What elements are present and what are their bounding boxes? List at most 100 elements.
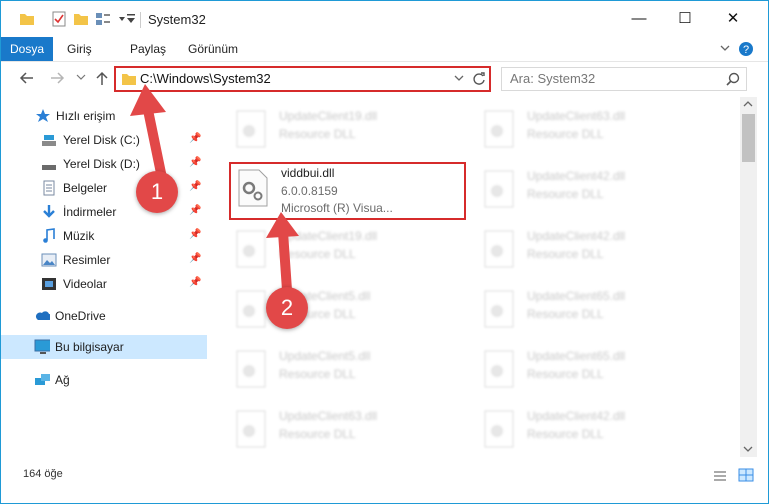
dll-file-icon [236, 410, 266, 448]
search-input[interactable]: Ara: System32 [510, 71, 595, 86]
dll-file-icon [484, 290, 514, 328]
new-folder-icon[interactable] [73, 11, 89, 27]
search-icon[interactable] [726, 72, 740, 86]
documents-icon [43, 180, 55, 196]
computer-icon [34, 339, 50, 354]
folder-icon[interactable] [19, 11, 35, 27]
details-view-icon[interactable] [713, 470, 727, 482]
address-path[interactable]: C:\Windows\System32 [140, 71, 271, 86]
maximize-button[interactable]: ☐ [662, 1, 708, 37]
navigation-pane: Hızlı erişim Yerel Disk (C:) 📌 Yerel Dis… [1, 99, 207, 459]
tab-file[interactable]: Dosya [1, 37, 53, 61]
nav-item-label: Ağ [55, 373, 70, 387]
ribbon: Dosya Giriş Paylaş Görünüm ? [1, 37, 768, 62]
dll-file-icon [236, 110, 266, 148]
file-item[interactable]: UpdateClient5.dll Resource DLL [229, 285, 469, 335]
nav-item-network[interactable]: Ağ [1, 368, 207, 392]
chevron-down-icon[interactable] [118, 15, 126, 31]
nav-item-onedrive[interactable]: OneDrive [1, 304, 207, 328]
file-description: Resource DLL [527, 307, 604, 321]
close-button[interactable]: ✕ [710, 1, 756, 37]
tab-view[interactable]: Görünüm [188, 37, 238, 61]
pin-icon: 📌 [189, 181, 202, 192]
star-icon [36, 109, 50, 122]
nav-item-local-disk-d[interactable]: Yerel Disk (D:) 📌 [1, 152, 207, 176]
view-menu-icon[interactable] [95, 11, 113, 27]
explorer-window: System32 — ☐ ✕ Dosya Giriş Paylaş Görünü… [0, 0, 769, 504]
file-name: viddbui.dll [281, 166, 335, 180]
properties-icon[interactable] [51, 11, 67, 27]
title-bar: System32 — ☐ ✕ [1, 1, 768, 37]
step-1-badge: 1 [136, 171, 178, 213]
folder-icon [122, 74, 136, 85]
file-item[interactable]: UpdateClient65.dll Resource DLL [477, 345, 717, 395]
nav-item-music[interactable]: Müzik 📌 [1, 224, 207, 248]
tab-share[interactable]: Paylaş [130, 37, 166, 61]
file-name: UpdateClient42.dll [527, 409, 626, 423]
file-version: 6.0.0.8159 [281, 184, 338, 198]
drive-icon [42, 165, 56, 170]
nav-item-label: Resimler [63, 253, 111, 267]
file-description: Resource DLL [279, 427, 356, 441]
dll-file-icon [484, 350, 514, 388]
customize-toolbar-icon[interactable] [126, 13, 136, 29]
nav-item-quick-access[interactable]: Hızlı erişim [1, 104, 207, 128]
dll-file-icon [236, 290, 266, 328]
dll-file-icon [236, 350, 266, 388]
file-item[interactable]: UpdateClient19.dll Resource DLL [229, 225, 469, 275]
file-item-viddbui[interactable]: viddbui.dll 6.0.0.8159 Microsoft (R) Vis… [231, 164, 471, 215]
up-arrow-icon[interactable] [95, 70, 109, 86]
file-name: UpdateClient5.dll [279, 349, 371, 363]
file-description: Resource DLL [527, 367, 604, 381]
dll-file-icon [238, 169, 268, 207]
file-item[interactable]: UpdateClient65.dll Resource DLL [477, 285, 717, 335]
file-name: UpdateClient63.dll [279, 409, 378, 423]
nav-item-local-disk-c[interactable]: Yerel Disk (C:) 📌 [1, 128, 207, 152]
file-item[interactable]: UpdateClient19.dll Resource DLL [229, 105, 469, 155]
large-icons-view-icon[interactable] [738, 468, 754, 482]
dll-file-icon [484, 170, 514, 208]
nav-item-videos[interactable]: Videolar 📌 [1, 272, 207, 296]
video-icon [42, 278, 56, 290]
nav-item-label: Yerel Disk (C:) [63, 133, 140, 147]
file-item[interactable]: UpdateClient63.dll Resource DLL [477, 105, 717, 155]
nav-item-label: Müzik [63, 229, 95, 243]
help-icon[interactable]: ? [738, 41, 754, 57]
file-name: UpdateClient65.dll [527, 289, 626, 303]
file-name: UpdateClient42.dll [527, 229, 626, 243]
minimize-button[interactable]: — [616, 1, 662, 37]
download-icon [43, 205, 55, 218]
music-icon [43, 228, 55, 243]
dll-file-icon [484, 110, 514, 148]
nav-item-label: İndirmeler [63, 205, 117, 219]
cloud-icon [36, 311, 50, 320]
scrollbar-thumb[interactable] [742, 114, 755, 162]
nav-item-downloads[interactable]: İndirmeler 📌 [1, 200, 207, 224]
refresh-icon[interactable] [472, 71, 486, 87]
file-description: Resource DLL [527, 187, 604, 201]
nav-item-this-pc[interactable]: Bu bilgisayar [1, 335, 207, 359]
pin-icon: 📌 [189, 205, 202, 216]
pin-icon: 📌 [189, 133, 202, 144]
drive-icon [42, 135, 56, 146]
file-item[interactable]: UpdateClient63.dll Resource DLL [229, 405, 469, 455]
scroll-up-icon[interactable] [743, 100, 753, 108]
back-arrow-icon[interactable] [19, 71, 35, 85]
pin-icon: 📌 [189, 277, 202, 288]
pin-icon: 📌 [189, 229, 202, 240]
recent-locations-icon[interactable] [76, 74, 86, 82]
forward-arrow-icon[interactable] [49, 71, 65, 85]
tab-home[interactable]: Giriş [67, 37, 92, 61]
address-dropdown-icon[interactable] [454, 75, 464, 83]
expand-ribbon-icon[interactable] [720, 45, 730, 53]
file-item[interactable]: UpdateClient42.dll Resource DLL [477, 165, 717, 215]
file-item[interactable]: UpdateClient42.dll Resource DLL [477, 225, 717, 275]
file-item[interactable]: UpdateClient5.dll Resource DLL [229, 345, 469, 395]
file-item[interactable]: UpdateClient42.dll Resource DLL [477, 405, 717, 455]
pin-icon: 📌 [189, 253, 202, 264]
file-name: UpdateClient63.dll [527, 109, 626, 123]
scroll-down-icon[interactable] [743, 445, 753, 453]
nav-item-pictures[interactable]: Resimler 📌 [1, 248, 207, 272]
title-separator [140, 12, 141, 28]
nav-item-label: Bu bilgisayar [55, 340, 124, 354]
